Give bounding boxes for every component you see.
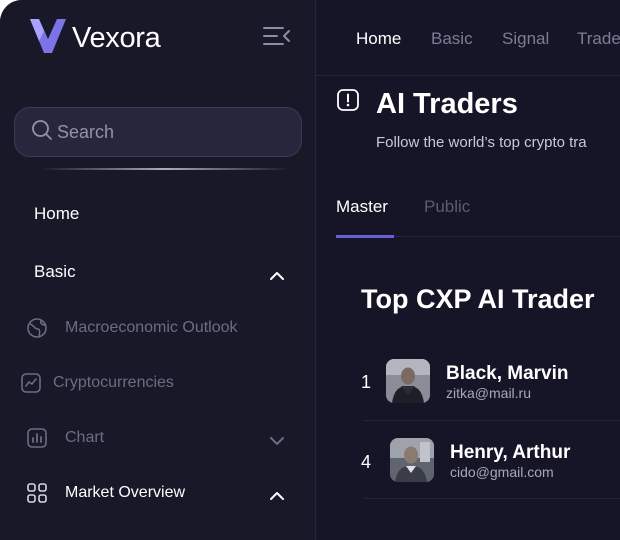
alert-icon [337, 89, 359, 116]
tab-master[interactable]: Master [336, 197, 388, 217]
grid-icon [26, 482, 48, 504]
brand-name: Vexora [72, 22, 161, 54]
top-tab-trade[interactable]: Trade [577, 29, 620, 49]
page-title: AI Traders [376, 88, 518, 120]
search-divider [40, 168, 290, 170]
top-tab-signal[interactable]: Signal [502, 29, 549, 49]
chevron-up-icon[interactable] [270, 267, 284, 285]
chevron-up-icon[interactable] [270, 487, 284, 505]
sidebar-item-label: Cryptocurrencies [53, 374, 174, 391]
logo-icon [30, 19, 66, 58]
sidebar-item-macroeconomic-outlook[interactable]: Macroeconomic Outlook [26, 317, 238, 339]
top-nav: Home Basic Signal Trade [316, 0, 620, 76]
avatar [386, 359, 430, 403]
trader-row[interactable]: 4 Henry, Arthur cido@gmail.com [358, 426, 620, 494]
collapse-sidebar-icon[interactable] [263, 26, 291, 51]
row-divider [364, 498, 620, 499]
trend-chart-icon [20, 372, 42, 394]
app-window: Vexora Search Home Basic Macroeconomic O… [0, 0, 620, 540]
trader-name: Black, Marvin [446, 363, 569, 384]
sidebar-item-chart[interactable]: Chart [26, 427, 104, 449]
search-input[interactable]: Search [14, 107, 302, 157]
bar-chart-icon [26, 427, 48, 449]
sidebar-item-cryptocurrencies[interactable]: Cryptocurrencies [20, 372, 174, 394]
top-tab-basic[interactable]: Basic [431, 29, 473, 49]
brand[interactable]: Vexora [30, 19, 161, 58]
sidebar-item-home[interactable]: Home [34, 204, 79, 224]
tab-public[interactable]: Public [424, 197, 470, 217]
trader-name: Henry, Arthur [450, 442, 571, 463]
trader-email: zitka@mail.ru [446, 385, 532, 401]
active-tab-indicator [336, 235, 394, 238]
trader-row[interactable]: 1 Black, Marvin zitka@mail.ru [358, 348, 620, 416]
leaderboard-title: Top CXP AI Trader [361, 284, 595, 314]
globe-icon [26, 317, 48, 339]
sidebar-item-basic[interactable]: Basic [34, 262, 76, 282]
top-tab-home[interactable]: Home [356, 29, 401, 49]
sidebar-item-label: Macroeconomic Outlook [65, 319, 238, 336]
sidebar-item-label: Market Overview [65, 484, 186, 501]
trader-rank: 4 [361, 452, 372, 472]
sidebar-item-label: Chart [65, 429, 105, 446]
trader-email: cido@gmail.com [450, 464, 554, 480]
avatar [390, 438, 434, 482]
chevron-down-icon[interactable] [270, 433, 284, 451]
search-icon [31, 119, 53, 146]
search-placeholder: Search [57, 121, 115, 142]
sidebar-item-market-overview[interactable]: Market Overview [26, 482, 185, 504]
sidebar: Vexora Search Home Basic Macroeconomic O… [0, 0, 316, 540]
trader-rank: 1 [361, 372, 372, 392]
page-subtitle: Follow the world’s top crypto tra [376, 134, 587, 151]
row-divider [364, 420, 620, 421]
